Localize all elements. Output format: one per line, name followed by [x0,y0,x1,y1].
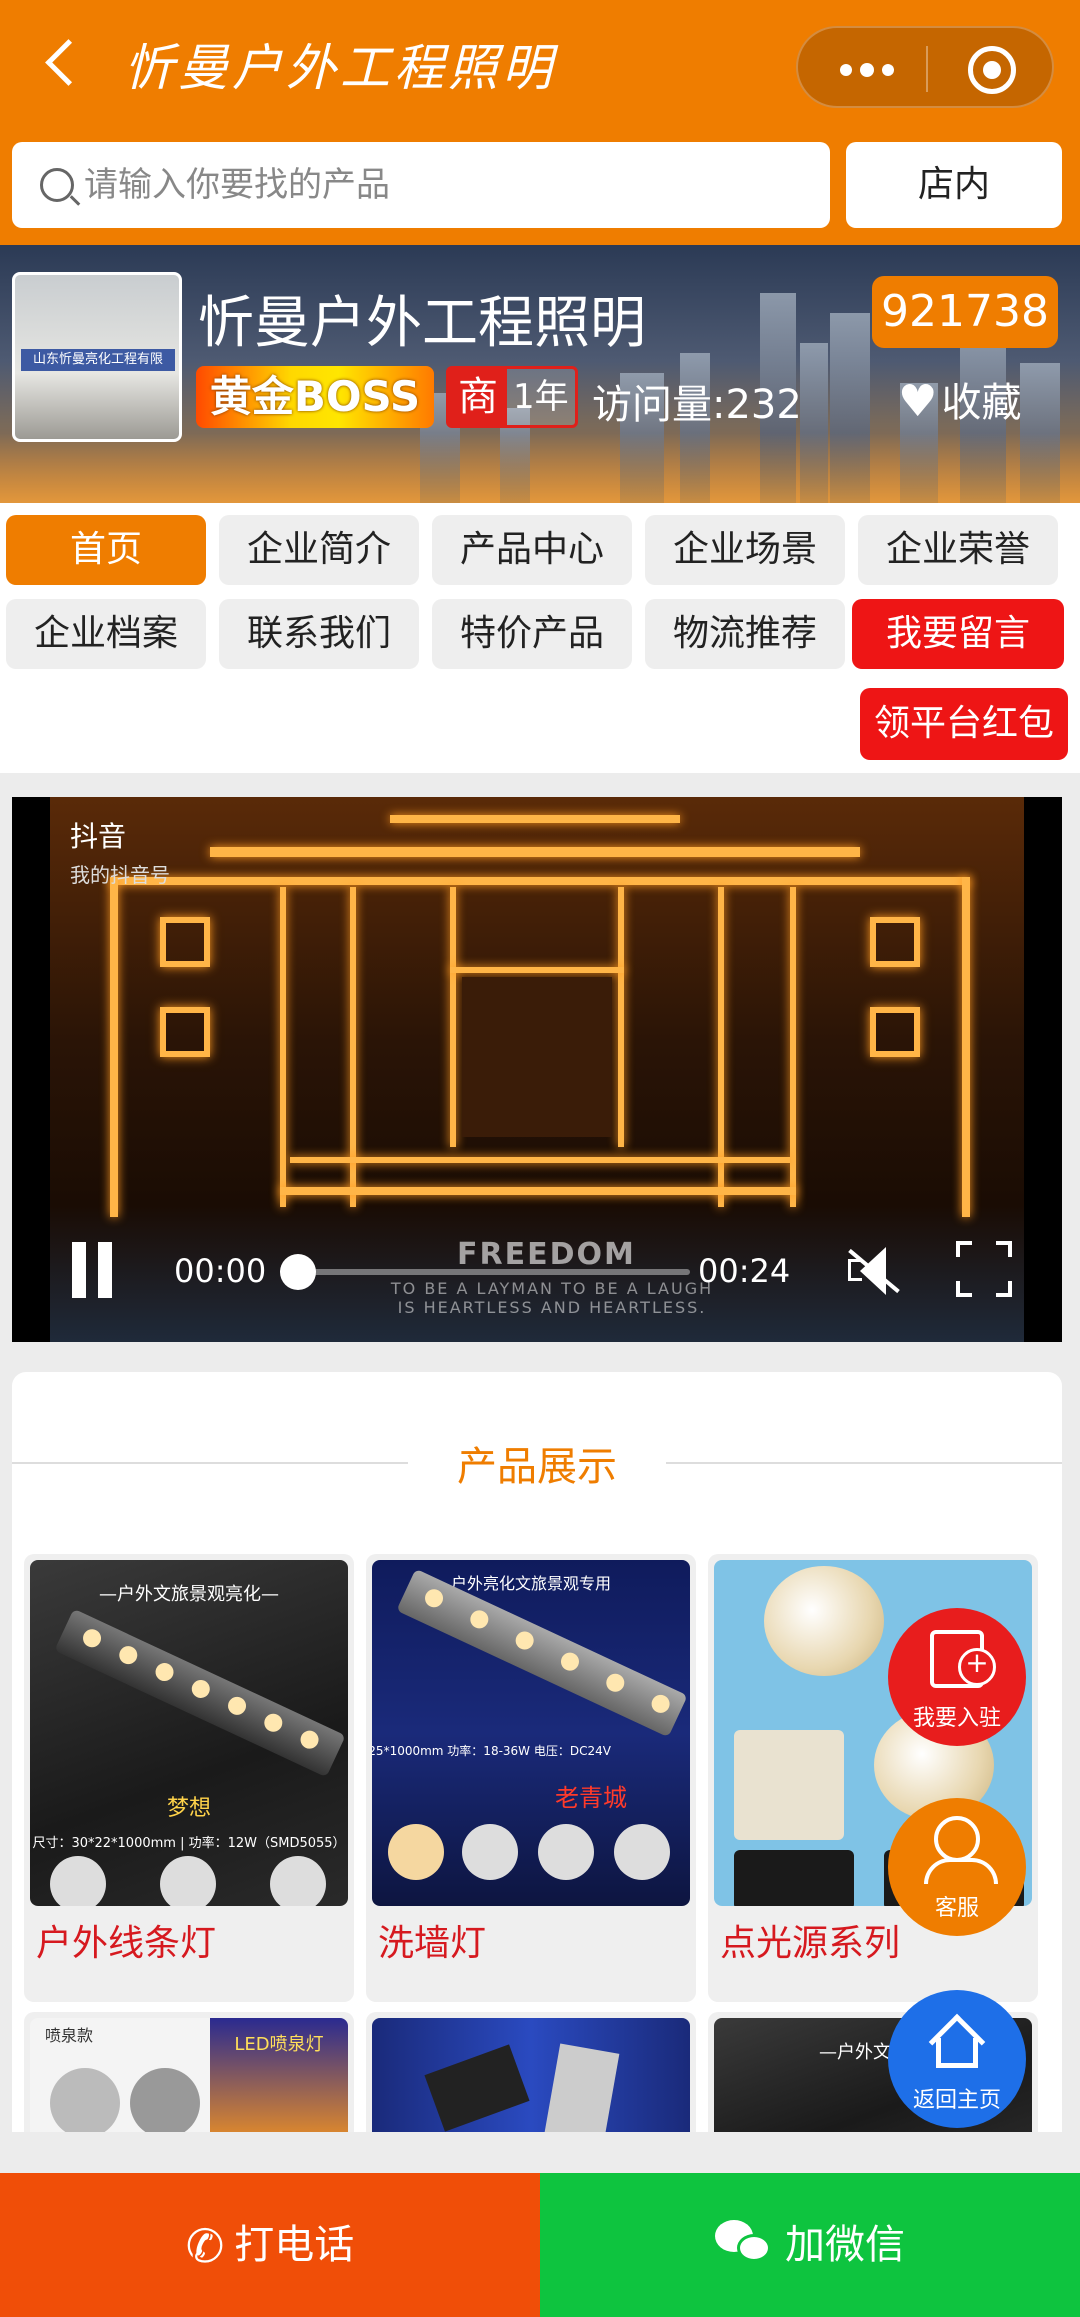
capsule-divider [926,46,928,92]
call-button[interactable]: ✆ 打电话 [0,2173,540,2317]
nav-leave-message[interactable]: 我要留言 [852,599,1064,669]
home-icon [928,2013,986,2071]
product-name: 户外线条灯 [36,1923,217,1964]
product-card[interactable] [366,2012,696,2132]
nav-contact-us[interactable]: 联系我们 [219,599,419,669]
nav-special-offers[interactable]: 特价产品 [432,599,632,669]
current-time: 00:00 [174,1252,267,1290]
more-icon[interactable] [832,50,902,90]
wechat-icon [715,2220,773,2266]
nav-home[interactable]: 首页 [6,515,206,585]
duration: 00:24 [698,1252,791,1290]
in-store-search-button[interactable]: 店内 [846,142,1062,228]
visit-count: 访问量:232 [592,382,802,428]
product-image: 户外亮化文旅景观专用 尺寸：35*25*1000mm 功率：18-36W 电压：… [372,1560,690,1906]
product-image [372,2018,690,2132]
shop-id-badge: 921738 [872,276,1058,348]
favorite-button[interactable]: ♥ 收藏 [898,370,1021,428]
back-icon[interactable] [36,32,96,92]
nav-bar: 忻曼户外工程照明 [0,0,1080,130]
store-add-icon [930,1630,996,1688]
logo-sign: 山东忻曼亮化工程有限 [21,349,175,371]
mini-program-capsule [796,26,1054,108]
search-icon [40,168,74,202]
video-overlay-subtitle-line2: IS HEARTLESS AND HEARTLESS. [397,1298,707,1317]
product-image-caption: 尺寸：30*22*1000mm | 功率：12W（SMD5055） [32,1836,346,1851]
header: 忻曼户外工程照明 店内 [0,0,1080,245]
product-name: 点光源系列 [720,1923,901,1964]
nav-company-profile[interactable]: 企业档案 [6,599,206,669]
douyin-account: 我的抖音号 [70,863,170,887]
search-bar [12,142,830,228]
mute-icon[interactable] [844,1241,904,1301]
join-floating-button[interactable]: 我要入驻 [888,1608,1026,1746]
product-image: 喷泉款 LED喷泉灯 [30,2018,348,2132]
bottom-action-bar: ✆ 打电话 加微信 [0,2173,1080,2317]
merchant-years-badge: 商 1年 [446,366,578,428]
product-image-caption: 老青城 [555,1784,627,1812]
nav-company-honors[interactable]: 企业荣誉 [858,515,1058,585]
home-label: 返回主页 [912,2088,1001,2113]
level-badge: 黄金BOSS [196,366,434,428]
shop-logo[interactable]: 山东忻曼亮化工程有限 [12,272,182,442]
product-image-caption: 尺寸：35*25*1000mm 功率：18-36W 电压：DC24V [372,1744,611,1758]
wechat-label: 加微信 [785,2222,905,2268]
video-overlay-title: FREEDOM [457,1237,636,1272]
douyin-brand: 抖音 [70,820,127,853]
shop-name: 忻曼户外工程照明 [198,291,646,356]
nav-product-center[interactable]: 产品中心 [432,515,632,585]
join-label: 我要入驻 [912,1706,1001,1731]
product-name: 洗墙灯 [378,1923,487,1964]
product-image-caption: LED喷泉灯 [234,2034,324,2055]
product-card[interactable]: 户外亮化文旅景观专用 尺寸：35*25*1000mm 功率：18-36W 电压：… [366,1554,696,2002]
merchant-years: 1年 [513,377,569,417]
call-label: 打电话 [234,2222,355,2268]
douyin-watermark: 抖音 我的抖音号 [70,815,170,888]
nav-company-scenes[interactable]: 企业场景 [645,515,845,585]
home-floating-button[interactable]: 返回主页 [888,1990,1026,2128]
product-card[interactable]: 喷泉款 LED喷泉灯 [24,2012,354,2132]
merchant-badge-icon: 商 [449,369,507,425]
product-image: —户外文旅景观亮化— 梦想 尺寸：30*22*1000mm | 功率：12W（S… [30,1560,348,1906]
close-target-icon[interactable] [968,46,1016,94]
product-image-caption: —户外文旅景观亮化— [99,1584,279,1605]
customer-service-floating-button[interactable]: 客服 [888,1798,1026,1936]
progress-track[interactable] [290,1269,690,1275]
progress-handle[interactable] [280,1254,316,1290]
nav-company-intro[interactable]: 企业简介 [219,515,419,585]
search-input[interactable] [84,158,804,212]
heart-icon: ♥ [898,376,938,427]
product-card[interactable]: —户外文旅景观亮化— 梦想 尺寸：30*22*1000mm | 功率：12W（S… [24,1554,354,2002]
pause-icon[interactable] [68,1242,116,1298]
page-title: 忻曼户外工程照明 [124,39,556,97]
section-title: 产品展示 [457,1444,617,1490]
headset-icon [924,1816,998,1884]
favorite-label: 收藏 [941,380,1022,426]
product-image-caption: 梦想 [166,1796,211,1821]
service-label: 客服 [934,1896,979,1921]
nav-logistics[interactable]: 物流推荐 [645,599,845,669]
fullscreen-icon[interactable] [956,1241,1012,1297]
wechat-button[interactable]: 加微信 [540,2173,1080,2317]
phone-icon: ✆ [185,2219,225,2273]
video-player[interactable]: 抖音 我的抖音号 FREEDOM TO BE A LAYMAN TO BE A … [12,797,1062,1342]
red-packet-button[interactable]: 领平台红包 [860,688,1068,760]
